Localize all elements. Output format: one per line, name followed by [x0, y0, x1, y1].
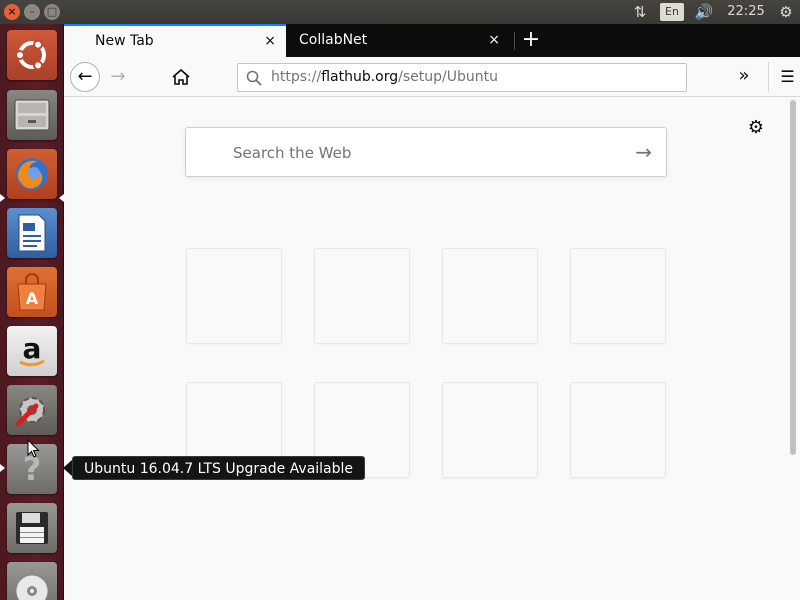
- home-button[interactable]: [169, 62, 193, 92]
- volume-icon[interactable]: 🔊: [692, 0, 716, 24]
- running-indicator: [0, 194, 5, 202]
- url-host: flathub.org: [321, 69, 399, 85]
- launcher-firefox[interactable]: [7, 149, 57, 199]
- new-tab-page: ⚙ Search the Web →: [64, 98, 800, 600]
- top-panel: × – □ ⇅ En 🔊 22:25 ⚙: [0, 0, 800, 24]
- system-menu-gear-icon[interactable]: ⚙: [776, 0, 796, 24]
- ubuntu-logo-icon: [15, 39, 46, 71]
- tab-separator: [514, 32, 515, 50]
- back-button[interactable]: ←: [70, 62, 100, 92]
- launcher: A a ?: [0, 24, 64, 600]
- window-close-button[interactable]: ×: [4, 4, 20, 20]
- top-site-tile[interactable]: [186, 248, 282, 344]
- tab-label: CollabNet: [299, 32, 368, 48]
- search-icon: [246, 70, 262, 86]
- new-tab-button[interactable]: +: [518, 24, 544, 57]
- launcher-ubuntu-dash[interactable]: [7, 30, 57, 80]
- dvd-disc-icon: [15, 574, 49, 600]
- tab-close-icon[interactable]: ×: [264, 26, 276, 57]
- scrollbar-thumb[interactable]: [790, 100, 796, 455]
- url-scheme: https://: [271, 69, 322, 85]
- hamburger-menu-button[interactable]: ☰: [768, 62, 800, 92]
- launcher-tooltip: Ubuntu 16.04.7 LTS Upgrade Available: [72, 456, 366, 480]
- url-bar[interactable]: https://flathub.org/setup/Ubuntu: [237, 63, 687, 92]
- tab-bar: New Tab × CollabNet × +: [64, 24, 800, 57]
- web-search-box[interactable]: Search the Web →: [185, 127, 667, 177]
- launcher-system-settings[interactable]: [7, 385, 57, 435]
- home-icon: [172, 68, 190, 85]
- launcher-dvd-drive[interactable]: [7, 562, 57, 600]
- top-site-tile[interactable]: [314, 248, 410, 344]
- tooltip-arrow: [63, 460, 72, 476]
- search-go-arrow-icon[interactable]: →: [635, 128, 652, 176]
- floppy-disk-icon: [16, 512, 48, 544]
- running-indicator: [0, 464, 5, 472]
- vertical-scrollbar[interactable]: [788, 98, 798, 600]
- tab-new-tab[interactable]: New Tab ×: [64, 24, 286, 57]
- window-minimize-button[interactable]: –: [24, 4, 40, 20]
- navigation-toolbar: ← → https://flathub.org/setup/Ubuntu » ☰: [64, 57, 800, 97]
- window-maximize-button[interactable]: □: [44, 4, 60, 20]
- tab-collabnet[interactable]: CollabNet ×: [286, 24, 514, 57]
- launcher-libreoffice-writer[interactable]: [7, 208, 57, 258]
- launcher-floppy-drive[interactable]: [7, 503, 57, 553]
- amazon-icon: a: [19, 332, 45, 367]
- launcher-files[interactable]: [7, 90, 57, 140]
- clock[interactable]: 22:25: [724, 0, 768, 24]
- search-placeholder: Search the Web: [233, 144, 352, 162]
- keyboard-layout-indicator[interactable]: En: [660, 3, 684, 21]
- svg-text:a: a: [23, 332, 42, 365]
- top-site-tile[interactable]: [570, 382, 666, 478]
- firefox-icon: [16, 158, 48, 190]
- network-icon[interactable]: ⇅: [628, 0, 652, 24]
- settings-wrench-icon: [15, 397, 45, 427]
- page-settings-gear-icon[interactable]: ⚙: [746, 118, 766, 138]
- browser-window: New Tab × CollabNet × + ← → https://flat…: [64, 24, 800, 600]
- toolbar-overflow-button[interactable]: »: [732, 62, 756, 92]
- tab-label: New Tab: [95, 33, 154, 49]
- file-cabinet-icon: [14, 99, 50, 131]
- launcher-amazon[interactable]: a: [7, 326, 57, 376]
- top-site-tile[interactable]: [570, 248, 666, 344]
- launcher-ubuntu-software[interactable]: A: [7, 267, 57, 317]
- shopping-bag-icon: A: [17, 273, 47, 311]
- tab-close-icon[interactable]: ×: [488, 24, 500, 57]
- mouse-cursor-icon: [27, 439, 40, 458]
- forward-button[interactable]: →: [106, 62, 130, 92]
- top-site-tile[interactable]: [442, 248, 538, 344]
- url-path: /setup/Ubuntu: [398, 69, 498, 85]
- top-site-tile[interactable]: [442, 382, 538, 478]
- svg-text:A: A: [26, 289, 39, 308]
- writer-document-icon: [18, 214, 46, 252]
